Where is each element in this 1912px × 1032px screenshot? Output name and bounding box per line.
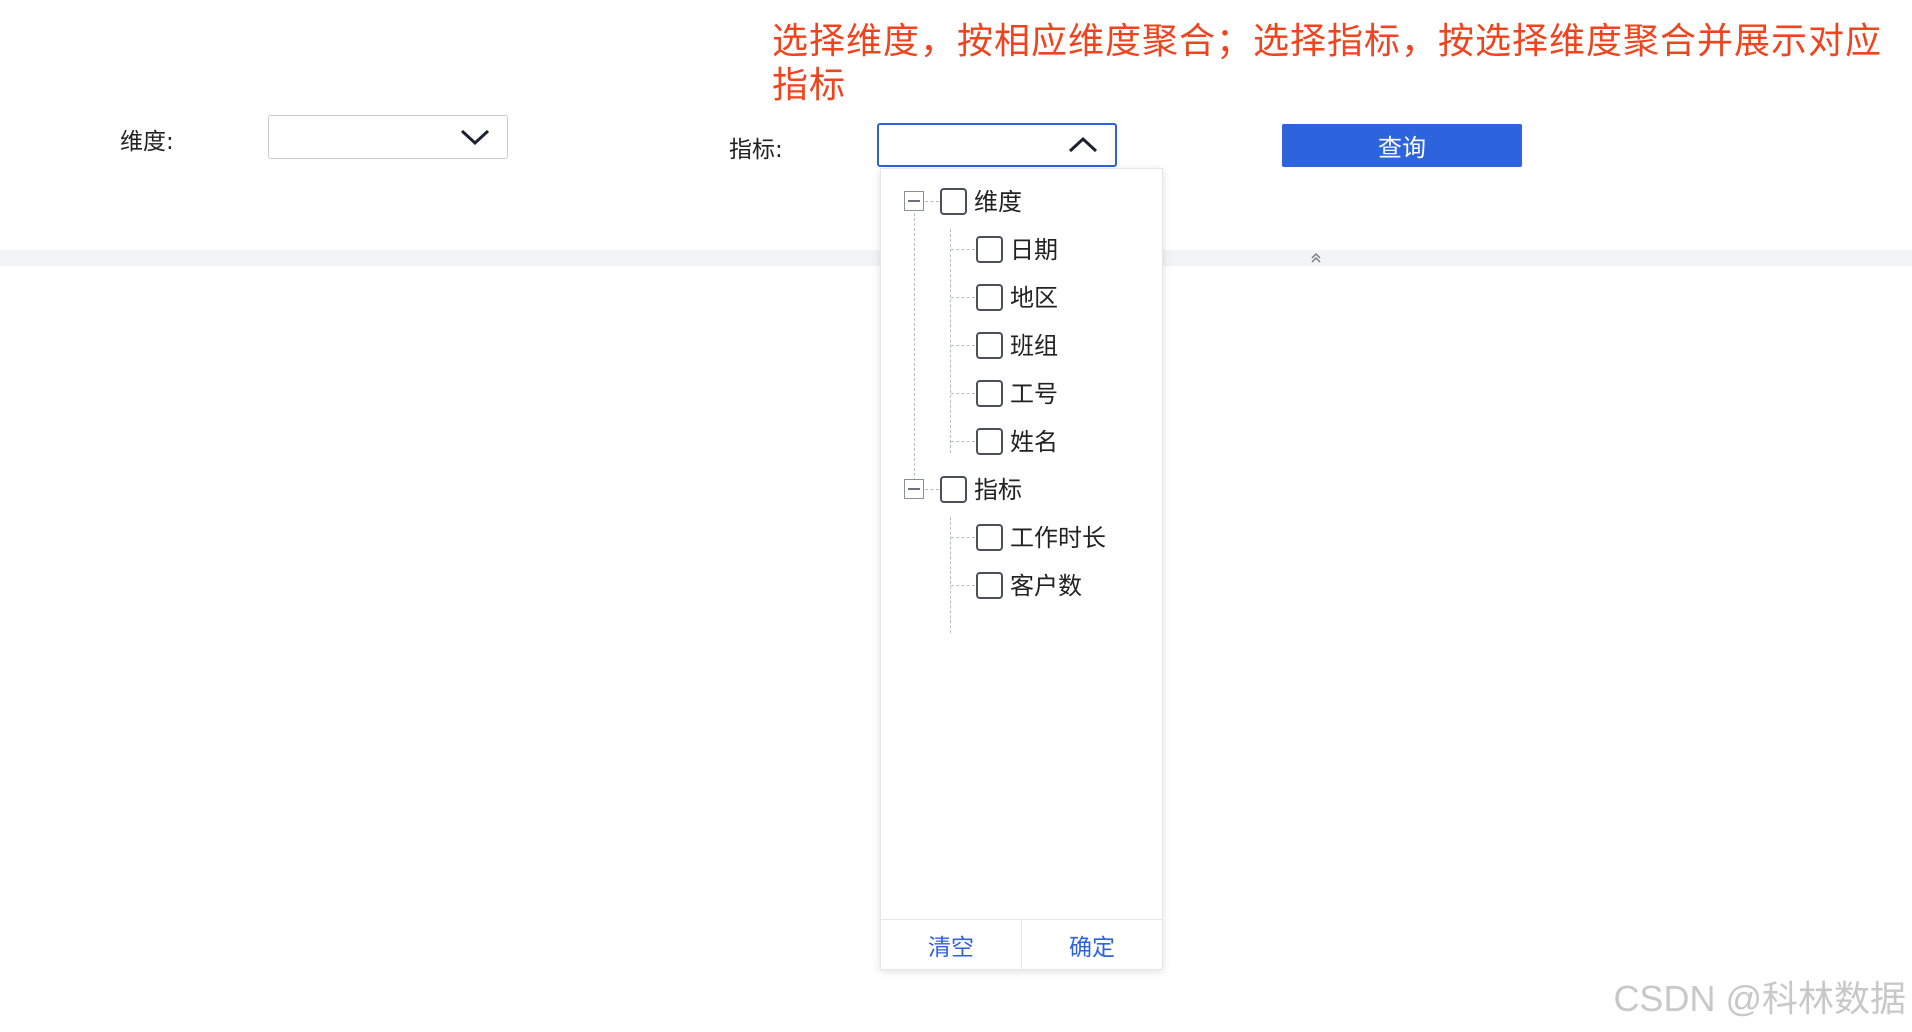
checkbox-region[interactable] <box>976 284 1003 311</box>
checkbox-employee-id[interactable] <box>976 380 1003 407</box>
collapse-up-icon[interactable] <box>1308 250 1324 266</box>
tree-node-label[interactable]: 班组 <box>1010 332 1058 360</box>
metric-dropdown-panel: 维度 日期 地区 班组 工号 姓名 指标 工作时长 客户数 清空 确定 <box>880 168 1163 970</box>
dropdown-footer: 清空 确定 <box>881 919 1162 969</box>
tree-node-label[interactable]: 工号 <box>1010 380 1058 408</box>
collapse-toggle-icon[interactable] <box>904 479 924 499</box>
tree-connector <box>951 585 975 586</box>
dimension-select[interactable] <box>268 115 508 159</box>
tree-node-label[interactable]: 客户数 <box>1010 572 1082 600</box>
tree-connector <box>951 537 975 538</box>
clear-button[interactable]: 清空 <box>881 920 1021 969</box>
tree-node-label[interactable]: 地区 <box>1010 284 1058 312</box>
query-button[interactable]: 查询 <box>1282 124 1522 167</box>
tree-node-label[interactable]: 日期 <box>1010 236 1058 264</box>
tree-node-label[interactable]: 姓名 <box>1010 428 1058 456</box>
annotation-text: 选择维度，按相应维度聚合；选择指标，按选择维度聚合并展示对应指标 <box>772 21 1883 106</box>
collapse-toggle-icon[interactable] <box>904 191 924 211</box>
checkbox-work-hours[interactable] <box>976 524 1003 551</box>
metric-tree: 维度 日期 地区 班组 工号 姓名 指标 工作时长 客户数 <box>881 169 1162 919</box>
checkbox-date[interactable] <box>976 236 1003 263</box>
tree-connector <box>950 517 951 633</box>
checkbox-customer-count[interactable] <box>976 572 1003 599</box>
checkbox-team[interactable] <box>976 332 1003 359</box>
watermark: CSDN @科林数据 <box>1613 978 1906 1019</box>
tree-connector <box>951 441 975 442</box>
tree-connector <box>914 213 915 491</box>
checkbox-name[interactable] <box>976 428 1003 455</box>
tree-connector <box>950 229 951 453</box>
checkbox-group-metric[interactable] <box>940 476 967 503</box>
tree-node-label[interactable]: 工作时长 <box>1010 524 1106 552</box>
chevron-down-icon[interactable] <box>459 127 491 147</box>
tree-connector <box>951 297 975 298</box>
tree-node-label[interactable]: 指标 <box>974 476 1022 504</box>
tree-connector <box>951 249 975 250</box>
chevron-up-icon[interactable] <box>1067 135 1099 155</box>
confirm-button[interactable]: 确定 <box>1021 920 1162 969</box>
metric-label: 指标: <box>729 137 783 163</box>
dimension-label: 维度: <box>120 129 174 155</box>
tree-connector <box>951 393 975 394</box>
tree-connector <box>925 489 939 490</box>
tree-connector <box>925 201 939 202</box>
tree-node-label[interactable]: 维度 <box>974 188 1022 216</box>
tree-connector <box>951 345 975 346</box>
checkbox-group-dimension[interactable] <box>940 188 967 215</box>
metric-select[interactable] <box>877 123 1117 167</box>
